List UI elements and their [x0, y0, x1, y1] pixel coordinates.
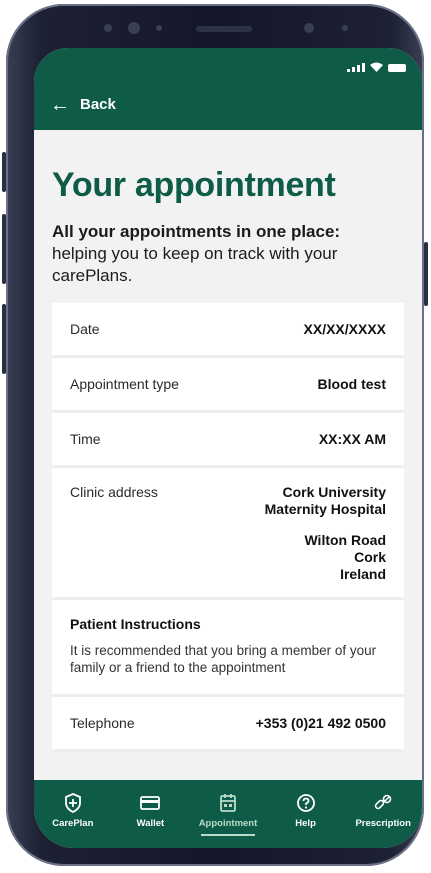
address-line: Wilton Road — [304, 532, 386, 548]
clinic-address-label: Clinic address — [70, 484, 158, 500]
side-button-right — [424, 242, 428, 306]
address-line: Cork University — [282, 484, 386, 500]
nav-item-wallet[interactable]: Wallet — [112, 780, 190, 848]
sensor-dot — [342, 25, 348, 31]
wifi-icon — [370, 62, 383, 72]
appointment-type-value: Blood test — [317, 376, 386, 392]
side-button-left-1 — [2, 152, 6, 192]
nav-label: Prescription — [355, 818, 411, 829]
telephone-label: Telephone — [70, 715, 135, 731]
speaker-grille — [196, 26, 252, 32]
time-value: XX:XX AM — [318, 431, 386, 447]
nav-label: Appointment — [198, 818, 258, 829]
battery-icon — [388, 64, 406, 72]
bottom-navigation: CarePlan Wallet Appointment Help Prescri… — [34, 780, 422, 848]
main-content[interactable]: Your appointment All your appointments i… — [34, 130, 422, 780]
signal-icon — [347, 63, 365, 72]
sensor-dot — [156, 25, 162, 31]
back-label: Back — [80, 96, 116, 113]
help-icon — [296, 792, 316, 814]
instructions-title: Patient Instructions — [70, 616, 201, 632]
nav-item-help[interactable]: Help — [267, 780, 345, 848]
nav-label: CarePlan — [52, 818, 94, 829]
phone-top-bar — [6, 4, 431, 48]
date-row: Date XX/XX/XXXX — [52, 303, 404, 358]
appointment-details-card: Date XX/XX/XXXX Appointment type Blood t… — [52, 303, 404, 752]
telephone-value[interactable]: +353 (0)21 492 0500 — [256, 715, 386, 731]
camera-icon — [128, 22, 140, 34]
nav-item-prescription[interactable]: Prescription — [344, 780, 422, 848]
app-header: ← Back — [34, 48, 422, 130]
address-line: Maternity Hospital — [264, 501, 386, 517]
date-value: XX/XX/XXXX — [303, 321, 386, 337]
side-button-left-2 — [2, 214, 6, 284]
instructions-text: It is recommended that you bring a membe… — [70, 643, 377, 675]
intro-heading: All your appointments in one place: — [52, 222, 341, 241]
pills-icon — [373, 792, 393, 814]
appointment-type-label: Appointment type — [70, 376, 179, 392]
telephone-row[interactable]: Telephone +353 (0)21 492 0500 — [52, 697, 404, 752]
patient-instructions: Patient Instructions It is recommended t… — [52, 600, 404, 697]
date-label: Date — [70, 321, 100, 337]
time-row: Time XX:XX AM — [52, 413, 404, 468]
sensor-dot — [104, 24, 112, 32]
clinic-address-value: Cork University Maternity Hospital Wilto… — [265, 484, 386, 583]
phone-frame: ← Back Your appointment All your appoint… — [2, 4, 428, 866]
calendar-icon — [219, 792, 237, 814]
nav-label: Help — [295, 818, 316, 829]
appointment-type-row: Appointment type Blood test — [52, 358, 404, 413]
address-line: Ireland — [340, 566, 386, 582]
clinic-address-row: Clinic address Cork University Maternity… — [52, 468, 404, 600]
intro-body: helping you to keep on track with your c… — [52, 244, 338, 285]
back-arrow-icon: ← — [50, 93, 70, 116]
front-camera-icon — [304, 23, 314, 33]
side-button-left-3 — [2, 304, 6, 374]
active-tab-indicator — [201, 834, 255, 836]
address-line: Cork — [354, 549, 386, 565]
nav-label: Wallet — [136, 818, 165, 829]
status-bar — [347, 62, 406, 72]
card-icon — [140, 792, 161, 814]
intro-text: All your appointments in one place: help… — [52, 221, 404, 287]
nav-item-appointment[interactable]: Appointment — [189, 780, 267, 848]
shield-plus-icon — [64, 792, 82, 814]
app-screen: ← Back Your appointment All your appoint… — [34, 48, 422, 848]
page-title: Your appointment — [52, 166, 336, 204]
time-label: Time — [70, 431, 101, 447]
nav-item-careplan[interactable]: CarePlan — [34, 780, 112, 848]
back-button[interactable]: ← Back — [50, 93, 116, 116]
